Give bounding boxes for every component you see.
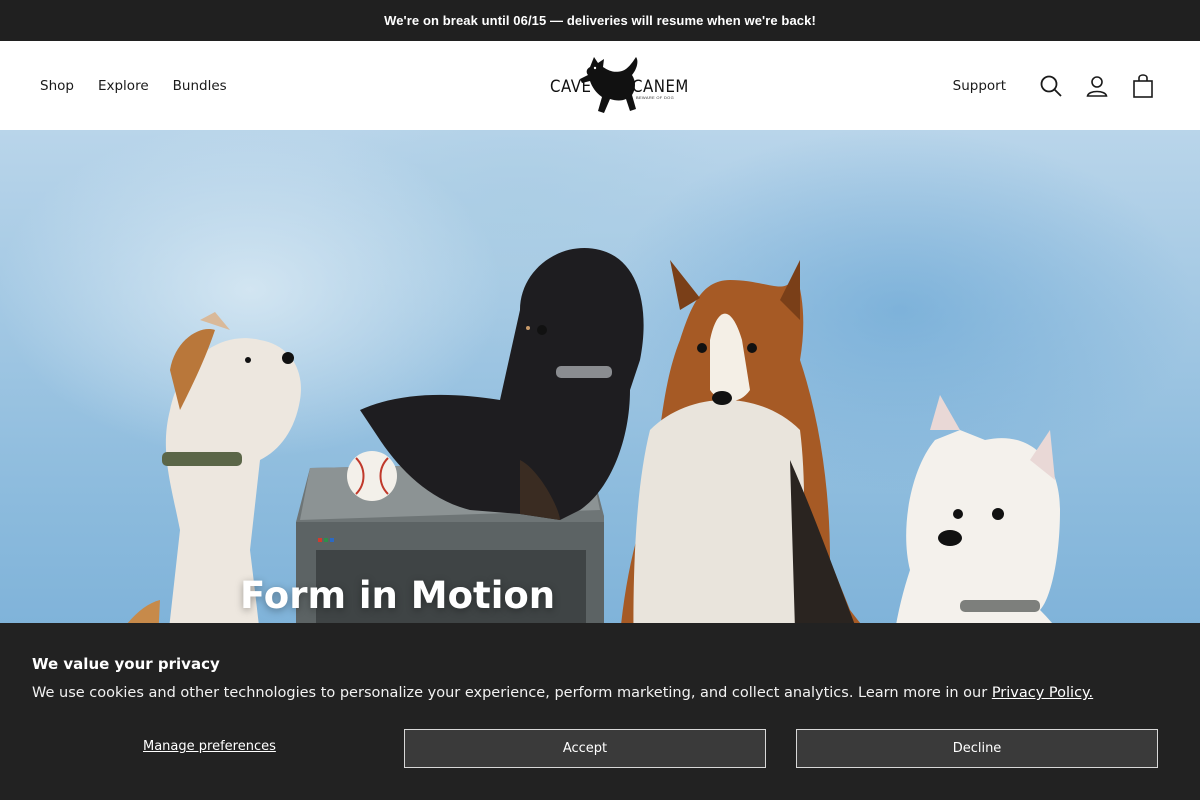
announcement-text: We're on break until 06/15 — deliveries …: [384, 13, 816, 28]
main-nav: Shop Explore Bundles: [40, 78, 227, 94]
cookie-body: We use cookies and other technologies to…: [32, 683, 1168, 703]
cookie-title: We value your privacy: [32, 655, 220, 673]
hero-title: Form in Motion: [240, 574, 556, 617]
decline-button[interactable]: Decline: [796, 729, 1158, 768]
logo-word-canem: CANEM: [632, 75, 689, 97]
nav-shop[interactable]: Shop: [40, 78, 74, 94]
announcement-bar: We're on break until 06/15 — deliveries …: [0, 0, 1200, 41]
cart-icon[interactable]: [1120, 68, 1166, 104]
privacy-policy-link[interactable]: Privacy Policy.: [992, 685, 1093, 701]
nav-support[interactable]: Support: [953, 78, 1006, 94]
search-icon[interactable]: [1028, 68, 1074, 104]
account-icon[interactable]: [1074, 68, 1120, 104]
site-header: Shop Explore Bundles CAVE CANEM BEWARE O…: [0, 41, 1200, 130]
cookie-banner: We value your privacy We use cookies and…: [0, 623, 1200, 800]
accept-button[interactable]: Accept: [404, 729, 766, 768]
nav-bundles[interactable]: Bundles: [173, 78, 227, 94]
brand-logo[interactable]: CAVE CANEM BEWARE OF DOG: [550, 53, 688, 117]
cookie-body-text: We use cookies and other technologies to…: [32, 685, 992, 701]
nav-explore[interactable]: Explore: [98, 78, 149, 94]
logo-tagline: BEWARE OF DOG: [636, 95, 674, 100]
baseball-image: [347, 451, 397, 501]
utility-nav: Support: [953, 68, 1166, 104]
manage-preferences-link[interactable]: Manage preferences: [143, 739, 276, 754]
